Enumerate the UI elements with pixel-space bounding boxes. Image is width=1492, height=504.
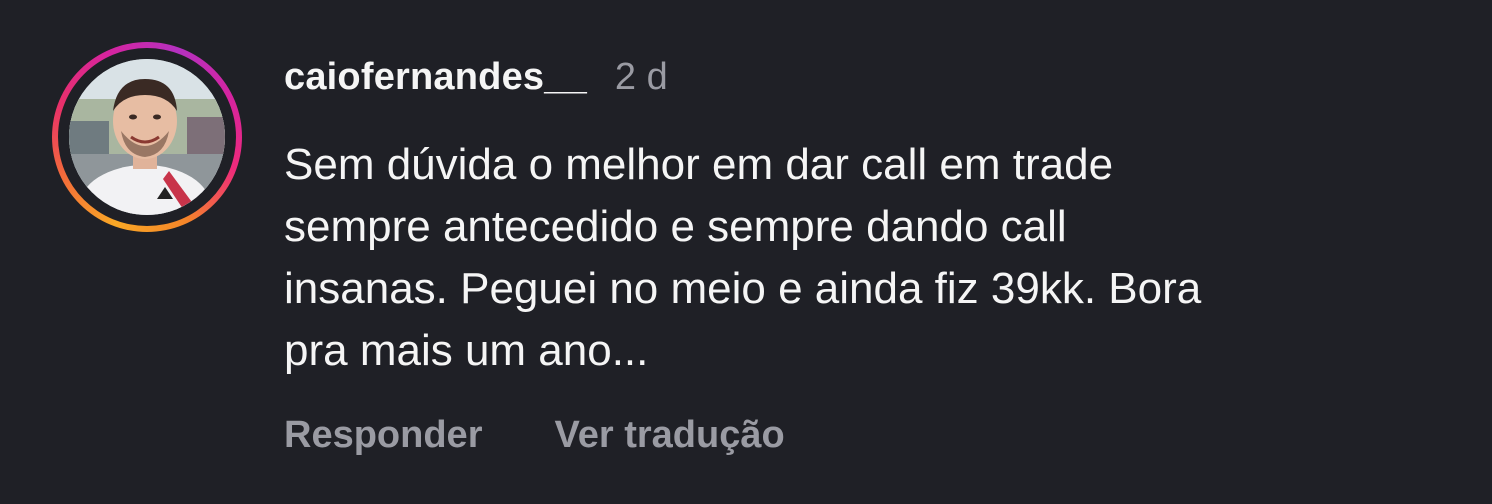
comment-text-line: Sem dúvida o melhor em dar call em trade bbox=[284, 140, 1114, 189]
reply-button[interactable]: Responder bbox=[284, 414, 482, 457]
comment-text-line: insanas. Peguei no meio e ainda fiz 39kk… bbox=[284, 264, 1202, 313]
avatar[interactable] bbox=[69, 59, 225, 215]
avatar-frame bbox=[58, 48, 236, 226]
username-link[interactable]: caiofernandes__ bbox=[284, 56, 587, 99]
comment-item: caiofernandes__ 2 d Sem dúvida o melhor … bbox=[0, 0, 1492, 504]
comment-actions: Responder Ver tradução bbox=[284, 410, 785, 460]
comment-header: caiofernandes__ 2 d bbox=[284, 54, 668, 100]
story-ring[interactable] bbox=[52, 42, 242, 232]
see-translation-button[interactable]: Ver tradução bbox=[554, 414, 784, 457]
comment-text-line: pra mais um ano... bbox=[284, 326, 649, 375]
comment-timestamp: 2 d bbox=[614, 55, 668, 98]
comment-text: Sem dúvida o melhor em dar call em trade… bbox=[284, 134, 1464, 382]
comment-text-line: sempre antecedido e sempre dando call bbox=[284, 202, 1067, 251]
avatar-photo bbox=[69, 59, 225, 215]
